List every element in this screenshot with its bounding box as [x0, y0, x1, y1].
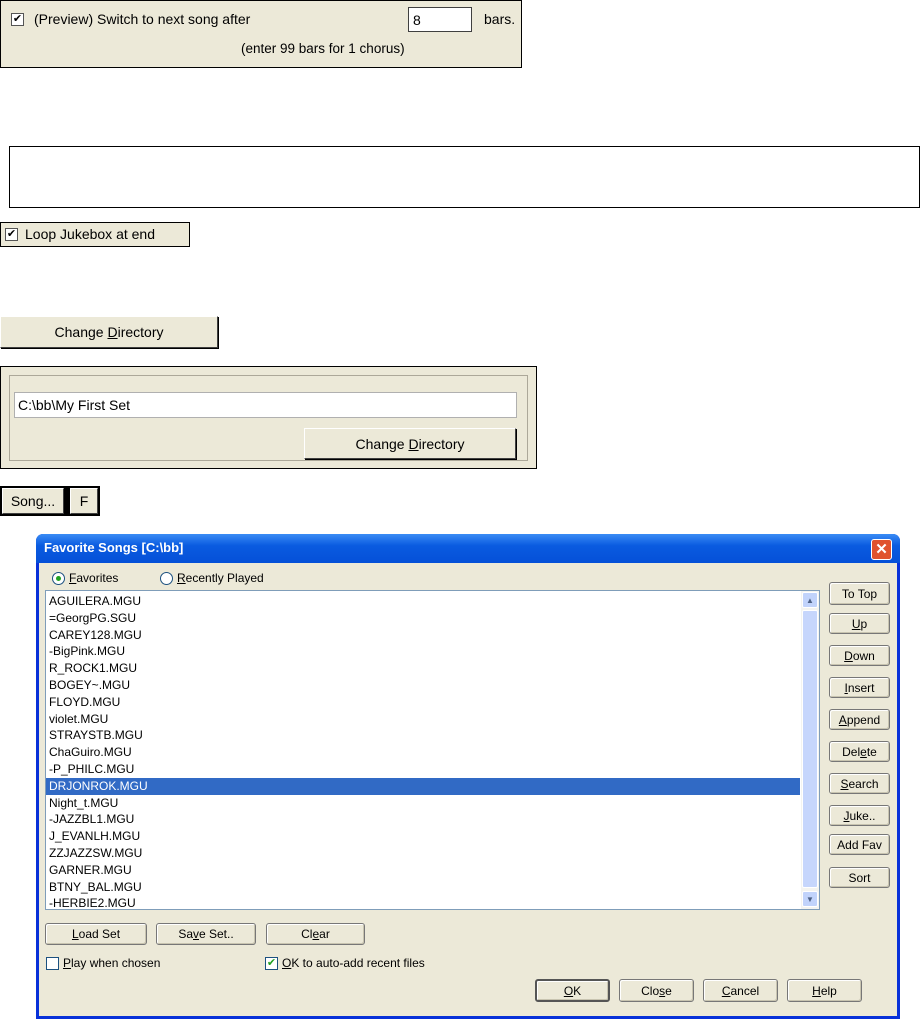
- clear-button[interactable]: Clear: [266, 923, 365, 945]
- dialog-titlebar: Favorite Songs [C:\bb] ✕: [36, 534, 900, 563]
- song-list-item[interactable]: -HERBIE2.MGU: [46, 895, 800, 909]
- scroll-up-button[interactable]: ▲: [802, 592, 818, 608]
- ok-button[interactable]: OK: [535, 979, 610, 1002]
- up-button[interactable]: Up: [829, 613, 890, 634]
- panel-change-directory-label: Change Directory: [355, 435, 465, 452]
- song-list-item[interactable]: ZZJAZZSW.MGU: [46, 845, 800, 862]
- auto-add-label: OK to auto-add recent files: [282, 956, 425, 970]
- auto-add-checkbox[interactable]: ✔: [265, 957, 278, 970]
- change-directory-button[interactable]: Change Directory: [0, 316, 218, 348]
- empty-box: [9, 146, 920, 208]
- loop-jukebox-option[interactable]: ✔ Loop Jukebox at end: [0, 222, 190, 247]
- delete-button[interactable]: Delete: [829, 741, 890, 762]
- song-list-item[interactable]: GARNER.MGU: [46, 862, 800, 879]
- help-button[interactable]: Help: [787, 979, 862, 1002]
- recently-played-radio[interactable]: [160, 572, 173, 585]
- save-set-button[interactable]: Save Set..: [156, 923, 256, 945]
- song-list-item[interactable]: -JAZZBL1.MGU: [46, 811, 800, 828]
- change-directory-label: Change Directory: [54, 324, 164, 340]
- close-icon[interactable]: ✕: [871, 539, 892, 560]
- sort-button[interactable]: Sort: [829, 867, 890, 888]
- song-button[interactable]: Song...: [2, 488, 64, 514]
- juke-button[interactable]: Juke..: [829, 805, 890, 826]
- bars-hint: (enter 99 bars for 1 chorus): [241, 41, 405, 56]
- directory-path-field[interactable]: [14, 392, 517, 418]
- scroll-thumb[interactable]: [802, 610, 818, 888]
- favorites-radio[interactable]: [52, 572, 65, 585]
- append-button[interactable]: Append: [829, 709, 890, 730]
- insert-button[interactable]: Insert: [829, 677, 890, 698]
- directory-panel: Change Directory: [0, 366, 537, 469]
- load-set-button[interactable]: Load Set: [45, 923, 147, 945]
- cancel-button[interactable]: Cancel: [703, 979, 778, 1002]
- play-when-chosen-checkbox[interactable]: [46, 957, 59, 970]
- song-list-item[interactable]: CAREY128.MGU: [46, 627, 800, 644]
- to-top-button[interactable]: To Top: [829, 582, 890, 605]
- bars-input[interactable]: [408, 7, 472, 32]
- preview-label: (Preview) Switch to next song after: [34, 11, 251, 27]
- song-list-item[interactable]: BOGEY~.MGU: [46, 677, 800, 694]
- play-when-chosen-label: Play when chosen: [63, 956, 161, 970]
- f-button-label: F: [79, 493, 89, 509]
- song-list-item[interactable]: DRJONROK.MGU: [46, 777, 800, 795]
- down-button[interactable]: Down: [829, 645, 890, 666]
- panel-change-directory-button[interactable]: Change Directory: [304, 428, 516, 459]
- dialog-title: Favorite Songs [C:\bb]: [44, 540, 184, 555]
- list-scrollbar[interactable]: ▲ ▼: [801, 591, 819, 909]
- bars-suffix: bars.: [484, 11, 516, 27]
- add-fav-button[interactable]: Add Fav: [829, 834, 890, 855]
- favorites-f-button[interactable]: F: [70, 488, 98, 514]
- loop-label: Loop Jukebox at end: [25, 226, 155, 242]
- song-list[interactable]: AGUILERA.MGU =GeorgPG.SGU CAREY128.MGU -Big…: [45, 590, 820, 910]
- close-button[interactable]: Close: [619, 979, 694, 1002]
- song-list-item[interactable]: =GeorgPG.SGU: [46, 610, 800, 627]
- song-list-item[interactable]: R_ROCK1.MGU: [46, 660, 800, 677]
- song-button-label: Song...: [10, 493, 56, 509]
- song-list-item[interactable]: Night_t.MGU: [46, 795, 800, 812]
- loop-checkbox[interactable]: ✔: [5, 228, 18, 241]
- dialog-body: Favorites Recently Played AGUILERA.MGU =G…: [39, 563, 897, 1016]
- preview-panel: ✔ (Preview) Switch to next song after ba…: [0, 0, 522, 68]
- song-list-item[interactable]: STRAYSTB.MGU: [46, 727, 800, 744]
- favorites-radio-label: Favorites: [69, 571, 119, 585]
- song-list-item[interactable]: BTNY_BAL.MGU: [46, 879, 800, 896]
- song-list-item[interactable]: AGUILERA.MGU: [46, 593, 800, 610]
- song-list-item[interactable]: violet.MGU: [46, 711, 800, 728]
- song-list-item[interactable]: FLOYD.MGU: [46, 694, 800, 711]
- scroll-down-button[interactable]: ▼: [802, 891, 818, 907]
- song-list-item[interactable]: -BigPink.MGU: [46, 643, 800, 660]
- song-list-item[interactable]: -P_PHILC.MGU: [46, 761, 800, 778]
- recently-played-label: Recently Played: [177, 571, 264, 585]
- song-list-item[interactable]: J_EVANLH.MGU: [46, 828, 800, 845]
- preview-checkbox[interactable]: ✔: [11, 13, 24, 26]
- favorite-songs-dialog: Favorite Songs [C:\bb] ✕ Favorites Recen…: [36, 534, 900, 1019]
- song-list-item[interactable]: ChaGuiro.MGU: [46, 744, 800, 761]
- search-button[interactable]: Search: [829, 773, 890, 794]
